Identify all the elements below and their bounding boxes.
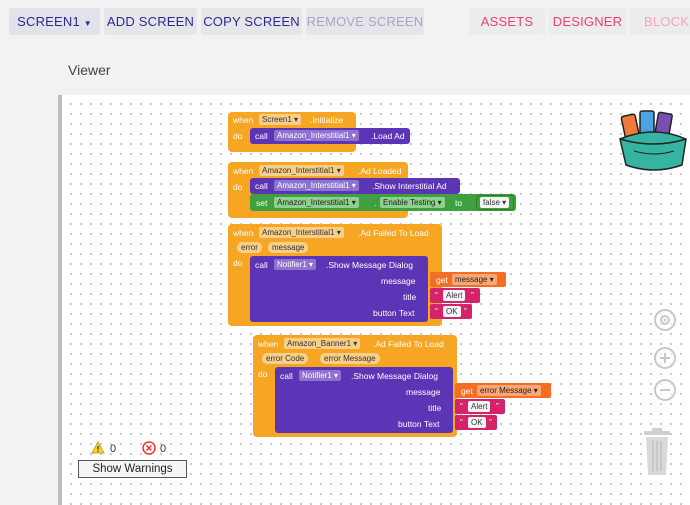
text-value[interactable]: Alert <box>468 401 491 412</box>
set-target-dropdown[interactable]: Amazon_Interstitial1 ▾ <box>274 197 359 208</box>
zoom-in-icon[interactable] <box>654 347 676 369</box>
viewer-label: Viewer <box>68 62 111 78</box>
target-dropdown[interactable]: Notifier1 ▾ <box>299 370 342 381</box>
trash-icon[interactable] <box>642 427 672 477</box>
event-label: .Ad Loaded <box>358 166 402 176</box>
text-block-title[interactable]: “ Alert ” <box>430 288 480 303</box>
event-label: .Initialize <box>310 115 344 125</box>
call-block-show-message-dialog-2[interactable]: call Notifier1 ▾ .Show Message Dialog me… <box>275 367 453 433</box>
get-block-message[interactable]: get message ▾ <box>430 272 506 287</box>
text-block-title-2[interactable]: “ Alert ” <box>455 399 505 414</box>
text-value[interactable]: Alert <box>443 290 466 301</box>
warning-icon <box>91 441 105 454</box>
call-block-show-interstitial[interactable]: call Amazon_Interstitial1 ▾ .Show Inters… <box>250 178 460 194</box>
property-dropdown[interactable]: Enable Testing ▾ <box>380 197 445 208</box>
do-label: do <box>233 131 243 141</box>
error-icon <box>142 441 156 455</box>
quote-close-icon: ” <box>471 290 474 300</box>
variable-dropdown[interactable]: message ▾ <box>452 274 497 285</box>
component-dropdown[interactable]: Amazon_Interstitial1 ▾ <box>259 165 344 176</box>
param-error-code[interactable]: error Code <box>262 353 309 364</box>
screen-select-dropdown[interactable]: SCREEN1 ▼ <box>9 8 100 35</box>
call-label: call <box>280 371 293 381</box>
assets-button[interactable]: ASSETS <box>469 8 545 35</box>
arg-message-label: message <box>406 387 441 397</box>
quote-close-icon: ” <box>489 417 492 427</box>
param-error[interactable]: error <box>237 242 262 253</box>
quote-open-icon: “ <box>435 290 438 300</box>
remove-screen-button[interactable]: REMOVE SCREEN <box>306 8 424 35</box>
screen-select-label: SCREEN1 <box>17 14 80 29</box>
copy-screen-button[interactable]: COPY SCREEN <box>201 8 302 35</box>
component-dropdown[interactable]: Screen1 ▾ <box>259 114 302 125</box>
method-label: .Show Message Dialog <box>326 260 413 270</box>
set-label: set <box>256 198 268 208</box>
zoom-out-icon[interactable] <box>654 379 676 401</box>
error-count: 0 <box>160 443 167 455</box>
target-dropdown[interactable]: Notifier1 ▾ <box>274 259 317 270</box>
boolean-dropdown[interactable]: false ▾ <box>480 197 510 208</box>
do-label: do <box>258 369 268 379</box>
add-screen-button[interactable]: ADD SCREEN <box>104 8 197 35</box>
boolean-block[interactable]: false ▾ <box>476 195 514 210</box>
backpack-icon[interactable] <box>616 105 690 175</box>
event-label: .Ad Failed To Load <box>358 228 429 238</box>
text-block-button-2[interactable]: “ OK ” <box>455 415 497 430</box>
component-dropdown[interactable]: Amazon_Banner1 ▾ <box>284 338 361 349</box>
arg-title-label: title <box>428 403 442 413</box>
call-label: call <box>255 181 268 191</box>
call-block-load-ad[interactable]: call Amazon_Interstitial1 ▾ .Load Ad <box>250 128 410 144</box>
blocks-button[interactable]: BLOCKS <box>630 8 690 35</box>
call-label: call <box>255 260 268 270</box>
method-label: .Show Message Dialog <box>351 371 438 381</box>
method-label: .Load Ad <box>371 131 405 141</box>
text-value[interactable]: OK <box>468 417 486 428</box>
when-label: when <box>233 166 254 176</box>
chevron-down-icon: ▼ <box>83 19 92 28</box>
param-error-message[interactable]: error Message <box>320 353 380 364</box>
warning-count: 0 <box>110 443 117 455</box>
quote-open-icon: “ <box>460 401 463 411</box>
when-label: when <box>258 339 279 349</box>
target-dropdown[interactable]: Amazon_Interstitial1 ▾ <box>274 180 359 191</box>
quote-close-icon: ” <box>496 401 499 411</box>
variable-dropdown[interactable]: error Message ▾ <box>477 385 541 396</box>
target-dropdown[interactable]: Amazon_Interstitial1 ▾ <box>274 130 359 141</box>
target-icon[interactable] <box>654 309 676 331</box>
arg-button-text-label: button Text <box>373 308 415 318</box>
arg-message-label: message <box>381 276 416 286</box>
quote-close-icon: ” <box>464 306 467 316</box>
arg-button-text-label: button Text <box>398 419 440 429</box>
to-label: to <box>455 198 463 208</box>
call-label: call <box>255 131 268 141</box>
do-label: do <box>233 182 243 192</box>
set-block-enable-testing[interactable]: set Amazon_Interstitial1 ▾ . Enable Test… <box>250 194 516 211</box>
arg-title-label: title <box>403 292 417 302</box>
quote-open-icon: “ <box>435 306 438 316</box>
when-label: when <box>233 228 254 238</box>
do-label: do <box>233 258 243 268</box>
get-label: get <box>461 386 473 396</box>
component-dropdown[interactable]: Amazon_Interstitial1 ▾ <box>259 227 344 238</box>
text-block-button[interactable]: “ OK ” <box>430 304 472 319</box>
method-label: .Show Interstitial Ad <box>372 181 447 191</box>
quote-open-icon: “ <box>460 417 463 427</box>
dot-label: . <box>374 198 377 208</box>
when-label: when <box>233 115 254 125</box>
param-message[interactable]: message <box>268 242 309 253</box>
get-label: get <box>436 275 448 285</box>
show-warnings-button[interactable]: Show Warnings <box>78 460 187 478</box>
text-value[interactable]: OK <box>443 306 461 317</box>
call-block-show-message-dialog[interactable]: call Notifier1 ▾ .Show Message Dialog me… <box>250 256 428 322</box>
top-toolbar: SCREEN1 ▼ ADD SCREEN COPY SCREEN REMOVE … <box>0 0 690 44</box>
event-label: .Ad Failed To Load <box>373 339 444 349</box>
designer-button[interactable]: DESIGNER <box>549 8 626 35</box>
get-block-error-message[interactable]: get error Message ▾ <box>455 383 551 398</box>
